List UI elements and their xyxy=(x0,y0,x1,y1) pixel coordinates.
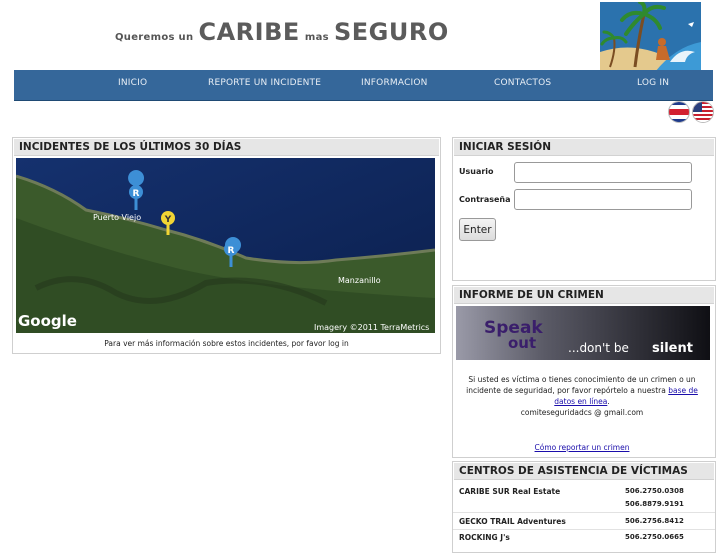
costa-rica-flag-icon[interactable] xyxy=(668,101,690,123)
center-name-rocking-js: ROCKING J's xyxy=(459,533,510,542)
incidents-panel: INCIDENTES DE LOS ÚLTIMOS 30 DÍAS R Y R … xyxy=(12,137,441,354)
crime-description: Si usted es víctima o tienes conocimient… xyxy=(459,374,705,418)
marker-r2-label: R xyxy=(228,246,235,256)
crime-title: INFORME DE UN CRIMEN xyxy=(454,287,714,304)
nav-reporte-incidente[interactable]: REPORTE UN INCIDENTE xyxy=(208,78,321,88)
title-pre: Queremos un xyxy=(115,32,194,43)
centers-title: CENTROS DE ASISTENCIA DE VÍCTIMAS xyxy=(454,463,714,480)
login-panel: INICIAR SESIÓN Usuario Contraseña Enter xyxy=(452,137,716,281)
map-label-manzanillo: Manzanillo xyxy=(338,276,381,285)
marker-y-label: Y xyxy=(164,215,172,225)
incidents-caption: Para ver más información sobre estos inc… xyxy=(104,339,349,348)
title-seguro: SEGURO xyxy=(334,18,449,46)
google-logo: Google xyxy=(18,312,77,330)
site-logo xyxy=(600,2,701,72)
incidents-map[interactable]: R Y R Puerto Viejo Manzanillo Google Ima… xyxy=(16,158,435,333)
password-input[interactable] xyxy=(514,189,692,210)
contact-email: comiteseguridadcs @ gmail.com xyxy=(520,408,644,417)
center-divider xyxy=(453,512,715,513)
enter-button[interactable]: Enter xyxy=(459,218,496,241)
username-input[interactable] xyxy=(514,162,692,183)
center-divider xyxy=(453,529,715,530)
center-name-caribe-sur: CARIBE SUR Real Estate xyxy=(459,487,561,496)
nav-inicio[interactable]: INICIO xyxy=(118,78,147,88)
banner-tagline-pre: ...don't be xyxy=(568,341,629,355)
center-phone-caribe-sur-1: 506.2750.0308 xyxy=(625,487,684,495)
usa-flag-icon[interactable] xyxy=(692,101,714,123)
title-caribe: CARIBE xyxy=(198,18,300,46)
banner-out: out xyxy=(508,334,536,352)
crime-text-1: Si usted es víctima o tienes conocimient… xyxy=(466,375,696,395)
crime-panel: INFORME DE UN CRIMEN Speak out ...don't … xyxy=(452,285,716,458)
howto-wrapper: Cómo reportar un crimen xyxy=(459,442,705,453)
main-nav: INICIO REPORTE UN INCIDENTE INFORMACION … xyxy=(14,70,713,101)
map-imagery-credit: Imagery ©2011 TerraMetrics xyxy=(314,323,429,332)
center-phone-caribe-sur-2: 506.8879.9191 xyxy=(625,500,684,508)
nav-contactos[interactable]: CONTACTOS xyxy=(494,78,551,88)
banner-tagline-post: silent xyxy=(652,341,693,356)
center-phone-rocking-js: 506.2750.0665 xyxy=(625,533,684,541)
nav-log-in[interactable]: LOG IN xyxy=(637,78,669,88)
center-name-gecko-trail: GECKO TRAIL Adventures xyxy=(459,517,566,526)
incidents-title: INCIDENTES DE LOS ÚLTIMOS 30 DÍAS xyxy=(14,139,439,156)
marker-r1-label: R xyxy=(133,189,140,199)
center-phone-gecko-trail: 506.2756.8412 xyxy=(625,517,684,525)
nav-informacion[interactable]: INFORMACION xyxy=(361,78,428,88)
crime-text-2: . xyxy=(607,397,610,406)
speak-out-banner: Speak out ...don't be silent xyxy=(456,306,710,360)
how-to-report-link[interactable]: Cómo reportar un crimen xyxy=(535,443,630,452)
password-label: Contraseña xyxy=(459,195,511,204)
centers-panel: CENTROS DE ASISTENCIA DE VÍCTIMAS CARIBE… xyxy=(452,461,716,553)
login-title: INICIAR SESIÓN xyxy=(454,139,714,156)
title-mid: mas xyxy=(304,32,329,43)
map-label-puerto-viejo: Puerto Viejo xyxy=(93,213,141,222)
username-label: Usuario xyxy=(459,167,494,176)
site-title: Queremos un CARIBE mas SEGURO xyxy=(115,18,449,46)
